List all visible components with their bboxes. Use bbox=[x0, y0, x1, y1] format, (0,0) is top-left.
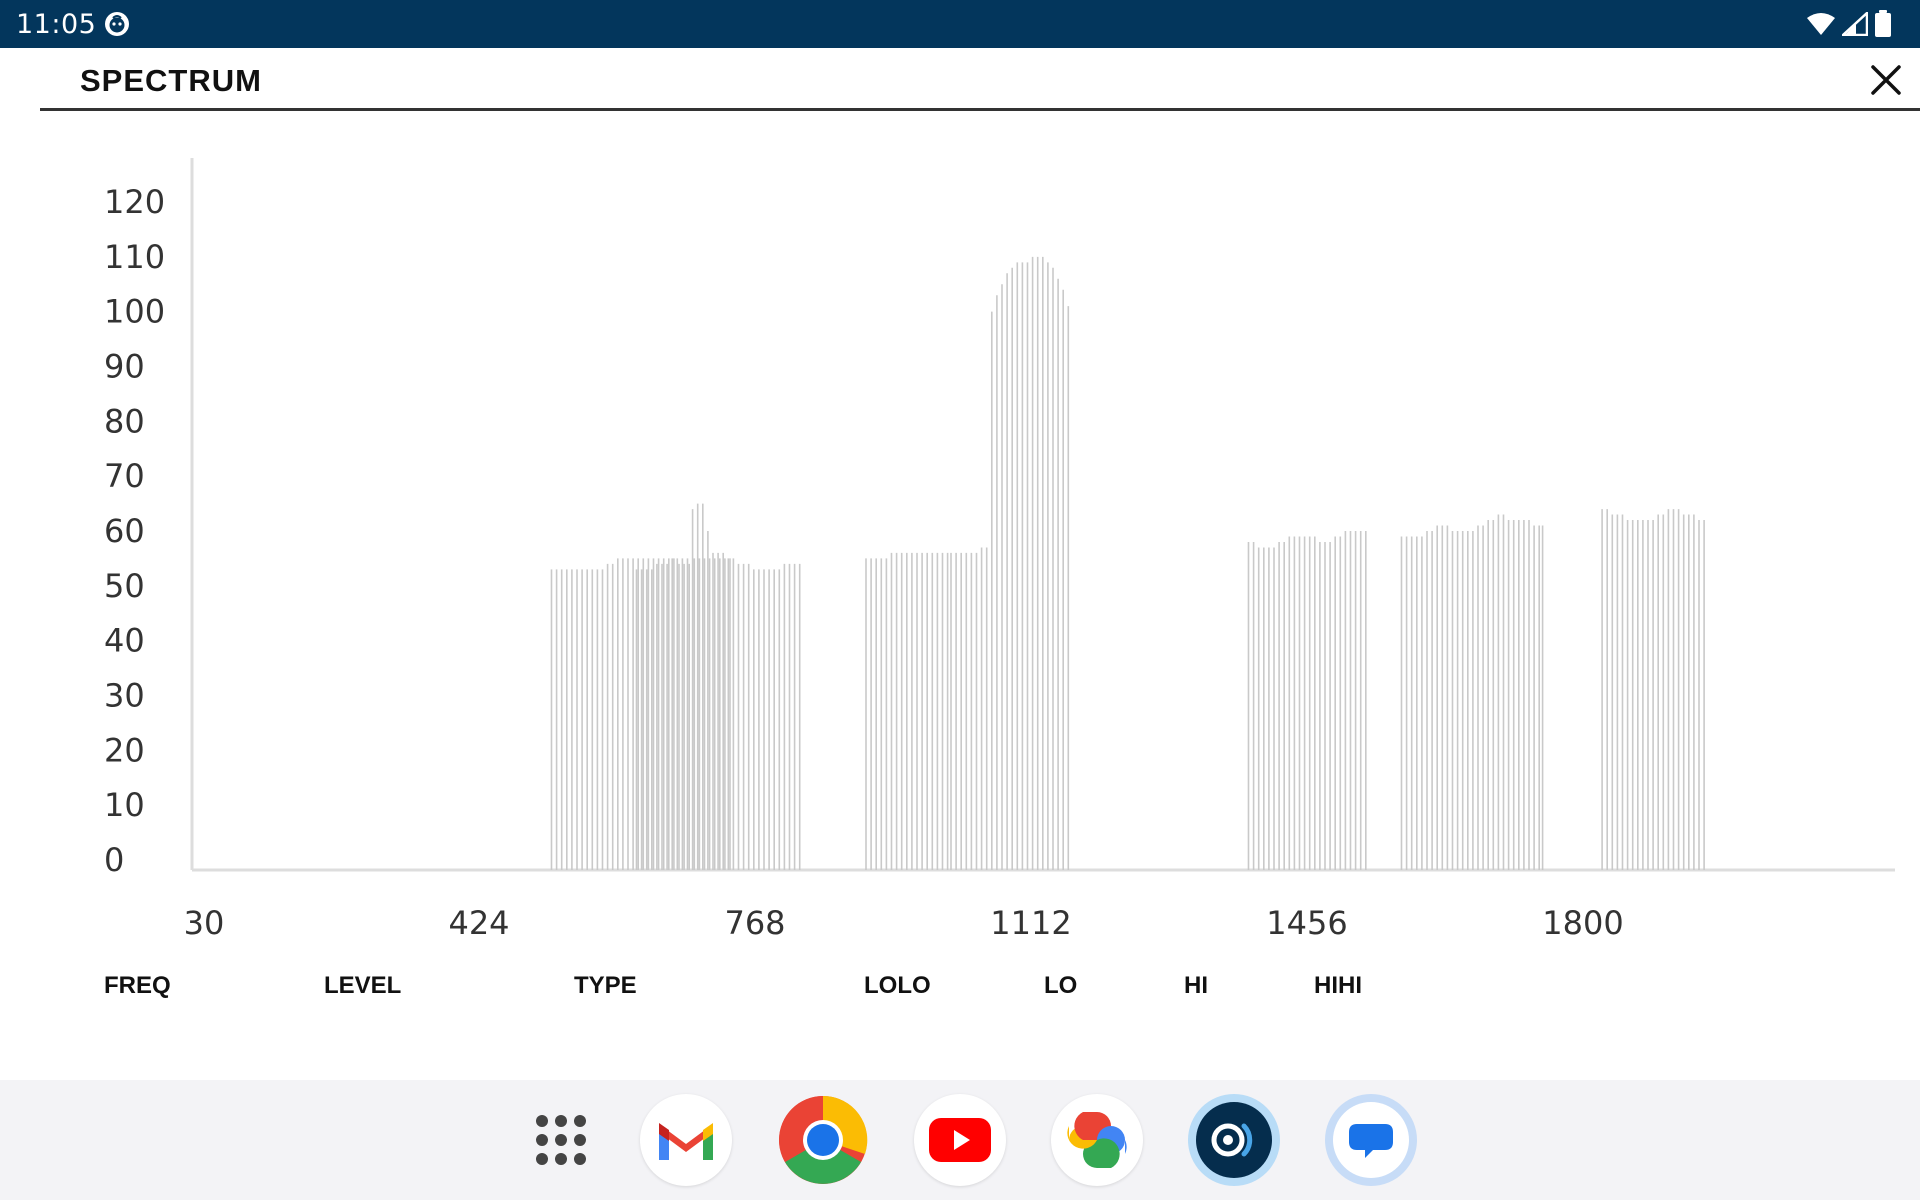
y-tick-label: 0 bbox=[104, 841, 124, 879]
app-drawer-button[interactable] bbox=[515, 1094, 607, 1186]
col-freq: FREQ bbox=[104, 972, 171, 999]
spectrum-chart-svg: 0 10 20 30 40 50 60 70 80 90 100 110 120 30 424 768 111… bbox=[104, 158, 1895, 942]
youtube-app[interactable] bbox=[914, 1094, 1006, 1186]
y-tick-label: 120 bbox=[104, 183, 165, 221]
chrome-app[interactable] bbox=[777, 1094, 869, 1186]
col-level: LEVEL bbox=[324, 972, 402, 999]
app-grid-icon bbox=[536, 1115, 586, 1165]
gmail-app[interactable] bbox=[640, 1094, 732, 1186]
spectrum-chart: 0 10 20 30 40 50 60 70 80 90 100 110 120 30 424 768 111… bbox=[0, 130, 1920, 960]
y-tick-label: 80 bbox=[104, 402, 145, 440]
y-tick-label: 100 bbox=[104, 293, 165, 331]
y-tick-label: 50 bbox=[104, 567, 145, 605]
gmail-icon bbox=[659, 1123, 713, 1160]
y-tick-label: 30 bbox=[104, 677, 145, 715]
column-header-row: FREQ LEVEL TYPE LOLO LO HI HIHI bbox=[0, 972, 1920, 1008]
y-tick-label: 70 bbox=[104, 457, 145, 495]
col-lo: LO bbox=[1044, 972, 1078, 999]
x-tick-label: 1112 bbox=[990, 904, 1071, 942]
y-tick-labels: 0 10 20 30 40 50 60 70 80 90 100 110 120 bbox=[104, 183, 165, 879]
app-notification-icon bbox=[105, 12, 129, 36]
x-tick-label: 768 bbox=[724, 904, 785, 942]
y-tick-label: 10 bbox=[104, 786, 145, 824]
col-hihi: HIHI bbox=[1314, 972, 1362, 999]
y-tick-label: 40 bbox=[104, 622, 145, 660]
photos-icon bbox=[1067, 1112, 1127, 1168]
messages-icon bbox=[1333, 1102, 1409, 1178]
col-hi: HI bbox=[1184, 972, 1208, 999]
status-time: 11:05 bbox=[16, 9, 97, 40]
col-lolo: LOLO bbox=[864, 972, 931, 999]
battery-icon bbox=[1875, 10, 1891, 37]
close-button[interactable] bbox=[1864, 58, 1908, 102]
radio-app[interactable] bbox=[1188, 1094, 1280, 1186]
y-tick-label: 60 bbox=[104, 512, 145, 550]
youtube-icon bbox=[929, 1118, 991, 1162]
page-title: SPECTRUM bbox=[80, 63, 262, 98]
app-dock bbox=[0, 1080, 1920, 1200]
x-tick-label: 1800 bbox=[1542, 904, 1623, 942]
y-tick-label: 20 bbox=[104, 731, 145, 769]
status-bar: 11:05 bbox=[0, 0, 1920, 48]
status-icons bbox=[1806, 10, 1892, 38]
y-tick-label: 90 bbox=[104, 348, 145, 386]
col-type: TYPE bbox=[574, 972, 637, 999]
x-tick-labels: 30 424 768 1112 1456 1800 bbox=[184, 904, 1624, 942]
wifi-icon bbox=[1807, 13, 1835, 35]
chrome-icon bbox=[779, 1095, 868, 1184]
messages-app[interactable] bbox=[1325, 1094, 1417, 1186]
spectrum-header: SPECTRUM bbox=[40, 48, 1920, 111]
close-icon bbox=[1871, 65, 1901, 95]
bars-group bbox=[550, 256, 1705, 870]
x-tick-label: 1456 bbox=[1266, 904, 1347, 942]
cell-signal-icon bbox=[1842, 12, 1868, 36]
radio-app-icon bbox=[1196, 1102, 1272, 1178]
x-tick-label: 30 bbox=[184, 904, 225, 942]
x-tick-label: 424 bbox=[448, 904, 509, 942]
y-tick-label: 110 bbox=[104, 238, 165, 276]
photos-app[interactable] bbox=[1051, 1094, 1143, 1186]
